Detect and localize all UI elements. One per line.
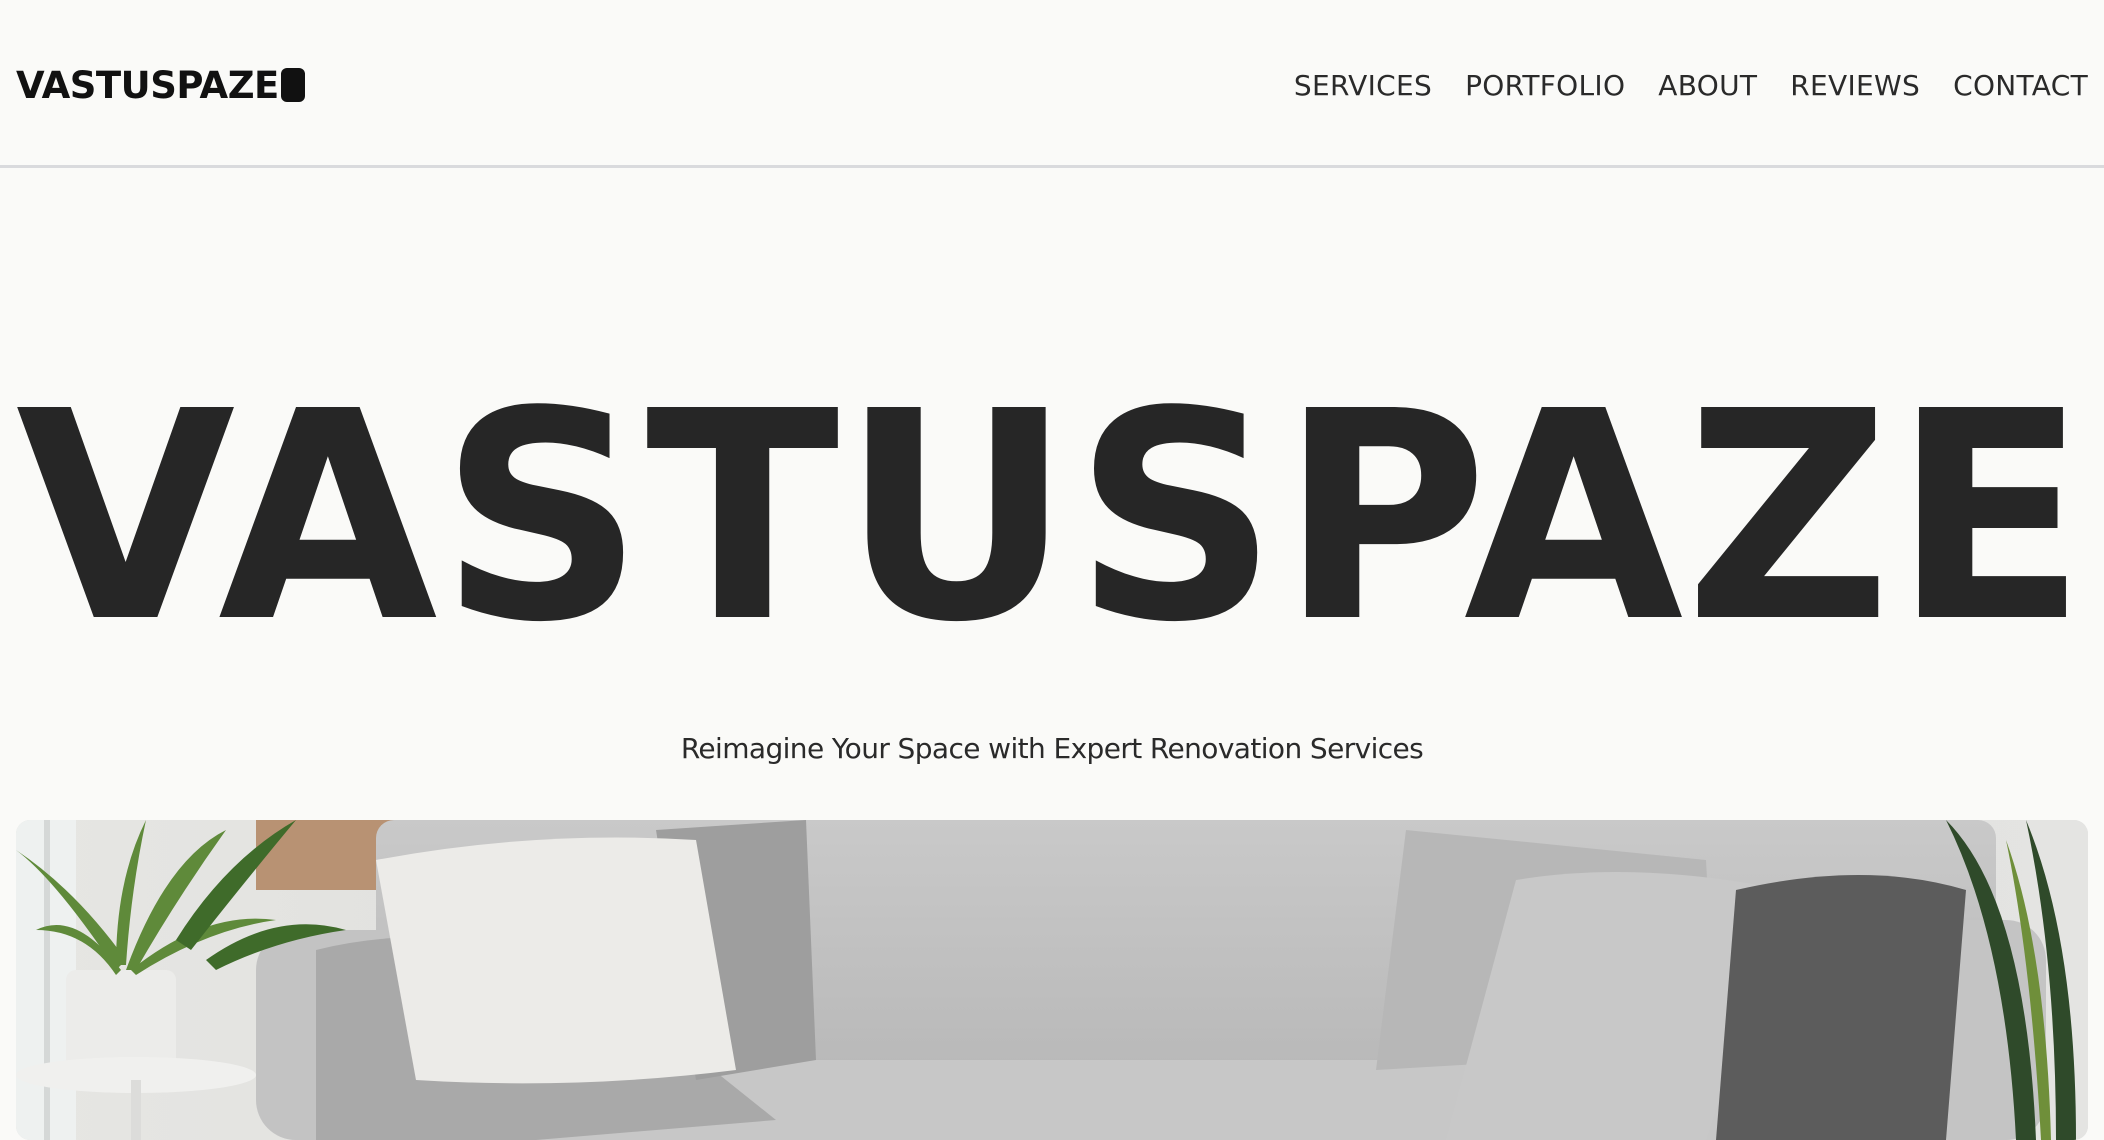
main-nav: SERVICES PORTFOLIO ABOUT REVIEWS CONTACT [1294,60,2088,110]
nav-link-reviews[interactable]: REVIEWS [1790,69,1920,102]
nav-link-contact[interactable]: CONTACT [1953,69,2088,102]
hero-title: VASTUSPAZE [15,350,2089,685]
hero-living-room-image [16,820,2088,1140]
logo-text: VASTUSPAZE [16,63,279,107]
nav-link-about[interactable]: ABOUT [1658,69,1757,102]
hero-subtitle: Reimagine Your Space with Expert Renovat… [680,732,1424,765]
logo-mark-icon [280,68,305,102]
nav-link-portfolio[interactable]: PORTFOLIO [1465,69,1625,102]
site-header: VASTUSPAZE SERVICES PORTFOLIO ABOUT REVI… [0,0,2104,168]
logo-link[interactable]: VASTUSPAZE [16,58,305,112]
nav-link-services[interactable]: SERVICES [1294,69,1432,102]
